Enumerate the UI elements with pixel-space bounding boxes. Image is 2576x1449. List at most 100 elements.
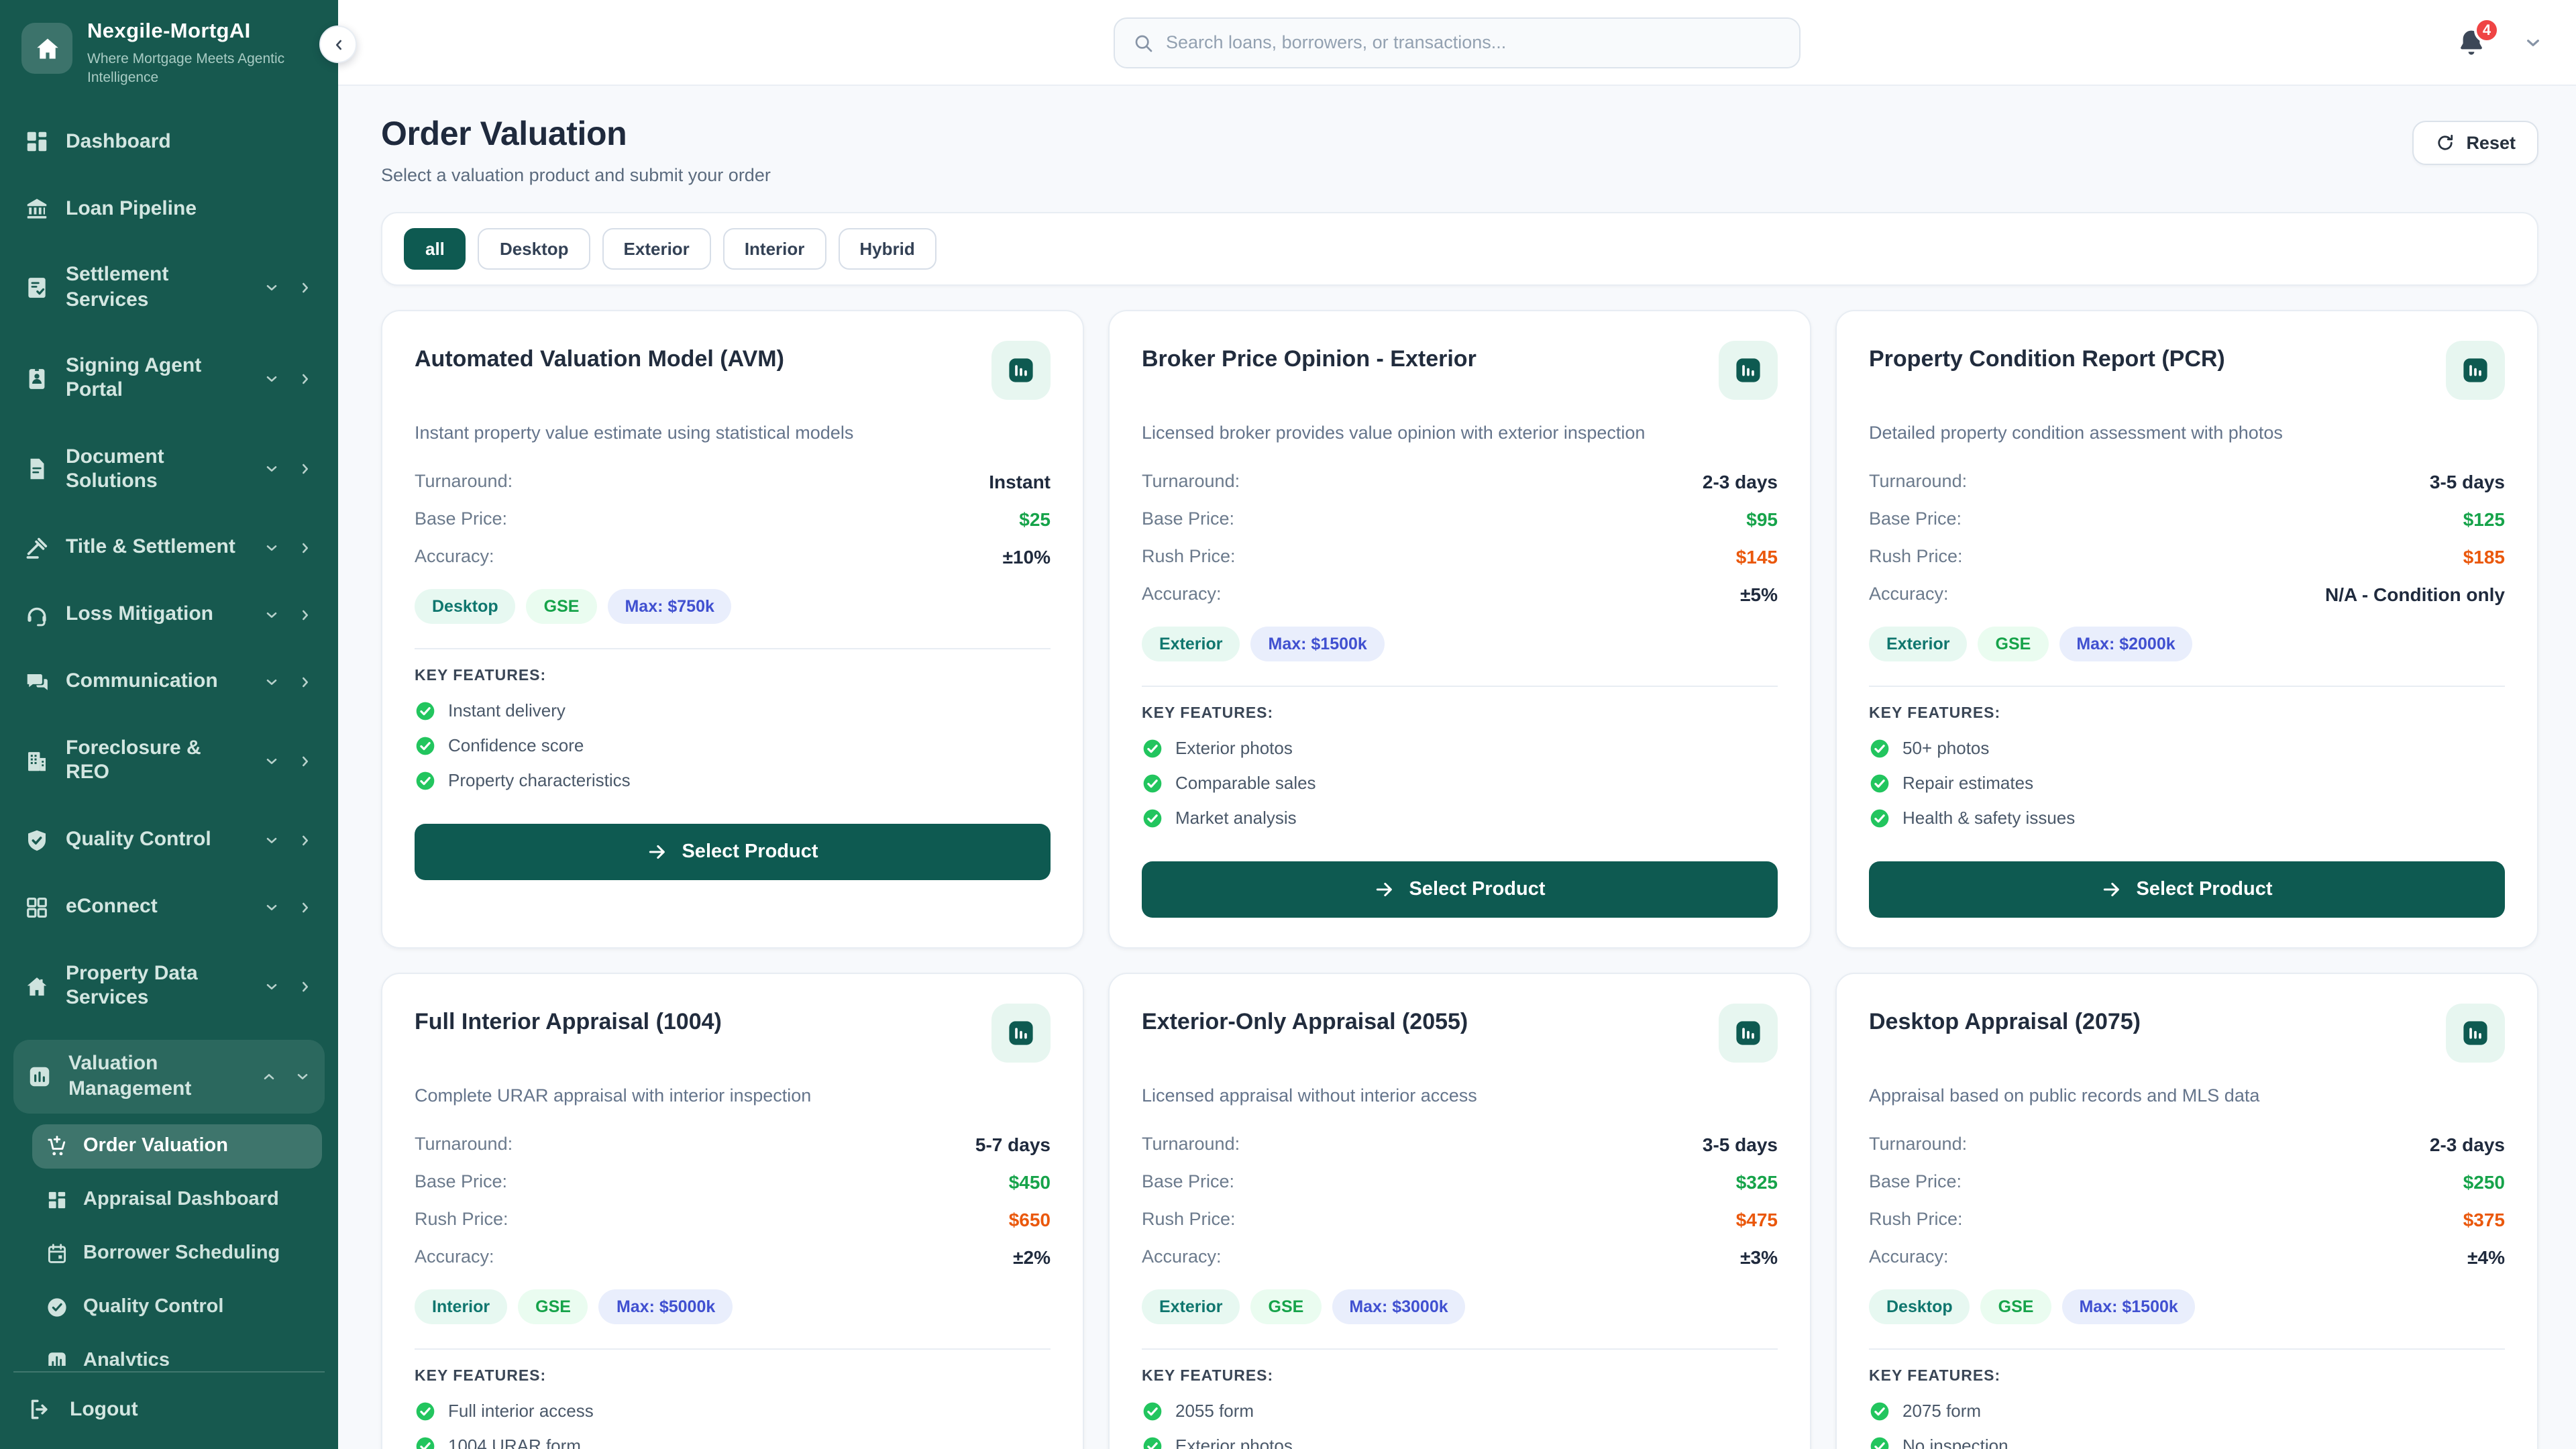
product-tags: Desktop GSE Max: $750k [415, 588, 1051, 624]
filter-chip-desktop[interactable]: Desktop [478, 228, 590, 270]
product-tags: Interior GSE Max: $5000k [415, 1289, 1051, 1324]
sidebar-item-dashboard[interactable]: Dashboard [11, 117, 327, 167]
detail-row: Turnaround: 3-5 days [1869, 471, 2505, 492]
sidebar-subitem-label: Quality Control [83, 1296, 224, 1318]
chevron-right-icon [297, 370, 314, 387]
sidebar-item-foreclosure-reo[interactable]: Foreclosure & REO [11, 724, 327, 798]
search-input[interactable] [1166, 32, 1782, 52]
chevron-down-icon [263, 539, 280, 557]
notifications-button[interactable]: 4 [2455, 17, 2500, 59]
select-product-button[interactable]: Select Product [415, 823, 1051, 880]
sidebar-subitem-quality-control[interactable]: Quality Control [32, 1285, 322, 1330]
check-circle-icon [1142, 1401, 1163, 1422]
page-title: Order Valuation [381, 115, 627, 153]
feature-text: 2075 form [1902, 1401, 1982, 1421]
detail-label: Base Price: [1869, 508, 1962, 529]
sidebar-subitem-analytics[interactable]: Analytics [32, 1339, 322, 1366]
sidebar-item-signing-agent-portal[interactable]: Signing Agent Portal [11, 342, 327, 415]
brand-name: Nexgile-MortgAI [87, 20, 251, 43]
chevron-right-icon [297, 674, 314, 691]
key-features-label: KEY FEATURES: [1142, 705, 1274, 722]
card-divider [415, 647, 1051, 649]
sidebar-item-valuation-management[interactable]: Valuation Management [13, 1040, 325, 1114]
key-features-label: KEY FEATURES: [1142, 1368, 1274, 1385]
sidebar-item-document-solutions[interactable]: Document Solutions [11, 433, 327, 506]
sidebar-item-loan-pipeline[interactable]: Loan Pipeline [11, 184, 327, 234]
sidebar-collapse-button[interactable] [319, 25, 357, 63]
feature-item: 2055 form [1142, 1401, 1778, 1422]
sidebar-item-quality-control[interactable]: Quality Control [11, 815, 327, 865]
detail-label: Accuracy: [1142, 1246, 1222, 1267]
sidebar-subitem-borrower-scheduling[interactable]: Borrower Scheduling [32, 1232, 322, 1276]
sidebar-item-logout[interactable]: Logout [11, 1383, 327, 1436]
product-description: Appraisal based on public records and ML… [1869, 1085, 2260, 1106]
card-header: Automated Valuation Model (AVM) [415, 341, 1051, 400]
product-details: Turnaround: 3-5 days Base Price: $125 Rush P… [1869, 471, 2505, 621]
card-header: Full Interior Appraisal (1004) [415, 1003, 1051, 1063]
feature-item: Exterior photos [1142, 1436, 1778, 1449]
key-features-label: KEY FEATURES: [1869, 705, 2001, 722]
search-box[interactable] [1114, 17, 1801, 68]
product-tag: Exterior [1142, 1289, 1240, 1324]
select-product-button[interactable]: Select Product [1869, 861, 2505, 918]
detail-row: Accuracy: N/A - Condition only [1869, 584, 2505, 605]
filter-chip-all[interactable]: all [404, 228, 466, 270]
product-icon-chip [991, 341, 1051, 400]
feature-text: 2055 form [1175, 1401, 1254, 1421]
product-tag: GSE [518, 1289, 588, 1324]
sidebar-subitem-label: Order Valuation [83, 1135, 228, 1157]
product-tag: Exterior [1142, 626, 1240, 661]
mini-chart-icon [2461, 356, 2490, 385]
sidebar-item-settlement-services[interactable]: Settlement Services [11, 252, 327, 325]
product-icon-chip [1719, 341, 1778, 400]
chevron-down-icon [263, 461, 280, 478]
chevron-down-icon[interactable] [2522, 32, 2544, 54]
filter-chip-hybrid[interactable]: Hybrid [838, 228, 936, 270]
sidebar-subitem-appraisal-dashboard[interactable]: Appraisal Dashboard [32, 1178, 322, 1222]
calendar-icon [46, 1242, 68, 1265]
cart-plus-icon [46, 1135, 68, 1158]
chevron-down-icon [263, 370, 280, 387]
sidebar-item-communication[interactable]: Communication [11, 657, 327, 707]
check-circle-icon [415, 770, 436, 792]
sidebar-item-label: Property Data Services [66, 961, 198, 1010]
reset-button[interactable]: Reset [2412, 121, 2538, 165]
detail-row: Accuracy: ±3% [1142, 1246, 1778, 1268]
mini-chart-icon [1733, 1018, 1763, 1048]
badge-check-icon [46, 1296, 68, 1319]
sidebar-item-econnect[interactable]: eConnect [11, 882, 327, 932]
brand-text: Nexgile-MortgAI Where Mortgage Meets Age… [87, 20, 288, 88]
refresh-icon [2435, 133, 2455, 153]
detail-row: Base Price: $95 [1142, 508, 1778, 530]
sidebar-submenu: Order Valuation Appraisal Dashboard Borrow… [32, 1124, 322, 1366]
arrow-right-icon [1374, 879, 1395, 900]
grid-icon [24, 894, 50, 920]
select-product-button[interactable]: Select Product [1142, 861, 1778, 918]
sidebar-item-property-data-services[interactable]: Property Data Services [11, 949, 327, 1022]
filter-chip-interior[interactable]: Interior [722, 228, 826, 270]
detail-row: Rush Price: $650 [415, 1209, 1051, 1230]
feature-text: Repair estimates [1902, 773, 2034, 794]
card-header: Property Condition Report (PCR) [1869, 341, 2505, 400]
sidebar-subitem-label: Analytics [83, 1350, 170, 1366]
product-tag: Max: $5000k [598, 1289, 733, 1324]
feature-text: Full interior access [448, 1401, 594, 1421]
sidebar-item-loss-mitigation[interactable]: Loss Mitigation [11, 590, 327, 640]
card-divider [1869, 1348, 2505, 1350]
card-divider [1869, 685, 2505, 687]
detail-label: Rush Price: [1142, 1209, 1236, 1230]
product-description: Instant property value estimate using st… [415, 423, 854, 443]
check-circle-icon [1142, 773, 1163, 794]
check-circle-icon [415, 700, 436, 722]
headset-icon [24, 602, 50, 628]
chat-icon [24, 669, 50, 695]
sidebar-subitem-order-valuation[interactable]: Order Valuation [32, 1124, 322, 1169]
product-tag: GSE [526, 588, 597, 624]
filter-chip-exterior[interactable]: Exterior [602, 228, 711, 270]
chevron-up-icon [260, 1068, 278, 1085]
card-divider [415, 1348, 1051, 1350]
sidebar-item-title-settlement[interactable]: Title & Settlement [11, 523, 327, 573]
main-area: 4 Order Valuation Select a valuation pro… [338, 0, 2576, 1449]
file-icon [24, 457, 50, 482]
feature-item: Instant delivery [415, 700, 1051, 722]
